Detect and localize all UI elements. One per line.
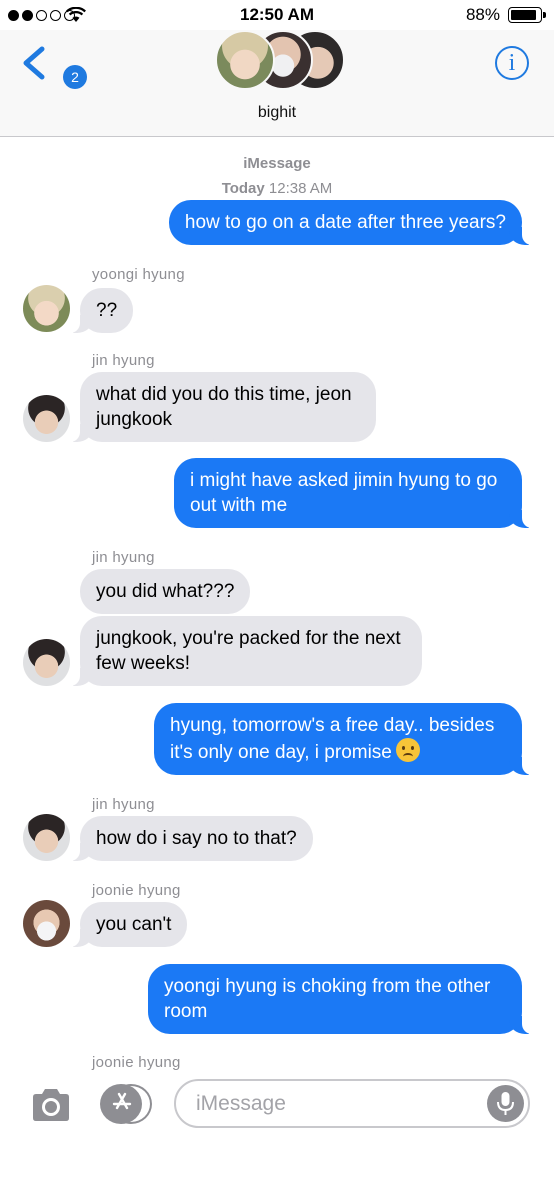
message-text: i might have asked jimin hyung to go out… bbox=[190, 470, 498, 516]
slightly-frowning-face-icon bbox=[395, 738, 420, 762]
incoming-message-bubble[interactable]: how do i say no to that? bbox=[70, 816, 313, 861]
outgoing-message-bubble[interactable]: yoongi hyung is choking from the other r… bbox=[148, 964, 532, 1034]
status-bar: 12:50 AM 88% bbox=[0, 0, 554, 30]
avatar[interactable] bbox=[23, 814, 70, 861]
message-text: ?? bbox=[96, 300, 118, 321]
message-text: yoongi hyung is choking from the other r… bbox=[164, 976, 491, 1022]
message-input-field[interactable] bbox=[174, 1079, 530, 1128]
incoming-message-bubble[interactable]: you can't bbox=[69, 902, 188, 947]
incoming-message-bubble[interactable]: what did you do this time, jeon jungkook bbox=[70, 372, 376, 442]
info-icon: i bbox=[508, 50, 516, 76]
timestamp: Today 12:38 AM bbox=[221, 180, 333, 197]
sender-name: jin hyung bbox=[92, 796, 155, 813]
chevron-left-icon bbox=[23, 46, 45, 80]
message-text: how to go on a date after three years? bbox=[184, 212, 506, 233]
battery-percent: 88% bbox=[465, 5, 500, 24]
sender-name: joonie hyung bbox=[92, 1054, 181, 1071]
microphone-button[interactable] bbox=[487, 1085, 524, 1122]
back-button[interactable]: 2 bbox=[20, 44, 87, 89]
sender-name: yoongi hyung bbox=[92, 266, 185, 283]
avatar[interactable] bbox=[23, 900, 70, 947]
conversation-header: 2 bighit i bbox=[0, 30, 554, 137]
outgoing-message-bubble[interactable]: hyung, tomorrow's a free day.. besides i… bbox=[154, 703, 532, 775]
sender-name: joonie hyung bbox=[92, 882, 181, 899]
avatar[interactable] bbox=[23, 639, 70, 686]
battery-icon bbox=[508, 7, 546, 23]
message-text: you did what??? bbox=[96, 581, 235, 602]
camera-icon[interactable] bbox=[30, 1088, 72, 1122]
sender-name: jin hyung bbox=[92, 549, 155, 566]
message-text: what did you do this time, jeon jungkook bbox=[96, 384, 352, 430]
outgoing-message-bubble[interactable]: how to go on a date after three years? bbox=[168, 200, 533, 245]
unread-count-badge: 2 bbox=[63, 65, 87, 89]
chat-title[interactable]: bighit bbox=[0, 104, 554, 122]
avatar[interactable] bbox=[23, 395, 70, 442]
info-button[interactable]: i bbox=[495, 46, 529, 80]
avatar[interactable] bbox=[23, 285, 70, 332]
incoming-message-bubble[interactable]: jungkook, you're packed for the next few… bbox=[70, 616, 422, 686]
message-text: you can't bbox=[96, 914, 172, 935]
outgoing-message-bubble[interactable]: i might have asked jimin hyung to go out… bbox=[174, 458, 532, 528]
message-input[interactable] bbox=[196, 1089, 476, 1119]
app-store-button[interactable] bbox=[100, 1084, 152, 1124]
message-text: jungkook, you're packed for the next few… bbox=[96, 628, 401, 674]
message-text: how do i say no to that? bbox=[96, 828, 297, 849]
microphone-icon bbox=[497, 1092, 514, 1115]
message-text: hyung, tomorrow's a free day.. besides i… bbox=[170, 715, 495, 763]
group-avatar-stack[interactable] bbox=[215, 30, 345, 92]
app-store-icon bbox=[112, 1092, 132, 1110]
avatar bbox=[215, 30, 275, 90]
sender-name: jin hyung bbox=[92, 352, 155, 369]
compose-bar bbox=[0, 1072, 554, 1142]
incoming-message-bubble[interactable]: ?? bbox=[69, 288, 134, 333]
incoming-message-bubble[interactable]: you did what??? bbox=[80, 569, 251, 614]
service-label: iMessage bbox=[243, 155, 311, 172]
